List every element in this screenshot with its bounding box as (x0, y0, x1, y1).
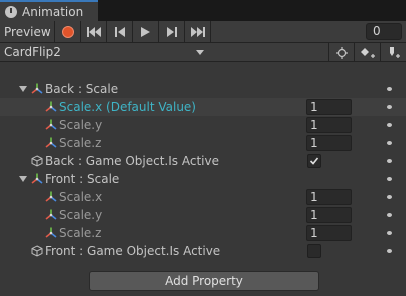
keyframe-options-icon[interactable] (387, 87, 392, 91)
property-row[interactable]: Scale.x 1 (0, 188, 406, 206)
step-back-icon (114, 26, 125, 37)
keyframe-options-icon[interactable] (387, 249, 392, 253)
animation-clock-icon (5, 5, 17, 18)
last-keyframe-button[interactable] (185, 21, 211, 42)
chevron-down-icon (196, 49, 204, 55)
frame-input[interactable]: 0 (366, 23, 402, 40)
property-label: Scale.y (59, 208, 103, 222)
add-event-button[interactable] (380, 43, 406, 62)
property-label: Scale.z (59, 136, 102, 150)
clip-dropdown[interactable]: CardFlip2 (0, 43, 210, 62)
property-name: Scale.x (Default Value) (45, 100, 196, 114)
add-keyframe-icon (360, 47, 375, 58)
property-label: Scale.y (59, 118, 103, 132)
keyframe-options-icon[interactable] (387, 123, 392, 127)
transform-icon (45, 137, 57, 149)
property-row[interactable]: Scale.y 1 (0, 116, 406, 134)
gameobject-icon (31, 155, 43, 167)
transform-icon (31, 83, 43, 95)
property-name: Scale.y (45, 118, 102, 132)
add-keyframe-button[interactable] (354, 43, 380, 62)
clip-row: CardFlip2 (0, 42, 406, 62)
keyframe-options-icon[interactable] (387, 141, 392, 145)
transform-icon (31, 173, 43, 185)
keyframe-options-icon[interactable] (387, 159, 392, 163)
record-icon (61, 25, 74, 38)
play-button[interactable] (133, 21, 159, 42)
property-name: Scale.x (45, 190, 102, 204)
property-value-field[interactable]: 1 (306, 135, 352, 151)
step-forward-icon (166, 26, 177, 37)
foldout-arrow-icon[interactable] (19, 86, 27, 92)
property-name: Front : Game Object.Is Active (31, 244, 220, 258)
transform-icon (45, 119, 57, 131)
add-event-icon (389, 46, 400, 58)
keyframe-options-icon[interactable] (387, 231, 392, 235)
property-name: Scale.z (45, 136, 101, 150)
property-label: Front : Scale (45, 172, 120, 186)
property-name: Scale.y (45, 208, 102, 222)
property-row[interactable]: Scale.y 1 (0, 206, 406, 224)
keyframe-options-icon[interactable] (387, 105, 392, 109)
is-active-toggle[interactable] (307, 244, 321, 258)
checkmark-icon (309, 157, 319, 165)
property-value-field[interactable]: 1 (306, 189, 352, 205)
property-value-field[interactable]: 1 (306, 99, 352, 115)
add-property-button[interactable]: Add Property (89, 271, 319, 291)
filter-by-selection-button[interactable] (328, 43, 354, 62)
crosshair-icon (335, 46, 348, 59)
property-row[interactable]: Front : Scale (0, 170, 406, 188)
property-value-field[interactable]: 1 (306, 117, 352, 133)
property-label: Scale.x (59, 190, 103, 204)
property-label: Scale.z (59, 226, 102, 240)
first-keyframe-button[interactable] (81, 21, 107, 42)
transform-icon (45, 101, 57, 113)
property-row[interactable]: Scale.x (Default Value) 1 (0, 98, 406, 116)
property-row[interactable]: Back : Game Object.Is Active (0, 152, 406, 170)
record-button[interactable] (55, 21, 81, 42)
transform-icon (45, 209, 57, 221)
keyframe-options-icon[interactable] (387, 195, 392, 199)
property-row[interactable]: Front : Game Object.Is Active (0, 242, 406, 260)
property-value-field[interactable]: 1 (306, 225, 352, 241)
skip-to-end-icon (190, 26, 205, 37)
property-label: Back : Game Object.Is Active (45, 154, 219, 168)
play-icon (141, 26, 150, 37)
skip-to-start-icon (86, 26, 101, 37)
property-label: Back : Scale (45, 82, 119, 96)
foldout-arrow-icon[interactable] (19, 176, 27, 182)
preview-button[interactable]: Preview (0, 21, 55, 42)
tab-animation[interactable]: Animation (0, 0, 98, 21)
property-label: Front : Game Object.Is Active (45, 244, 221, 258)
transform-icon (45, 191, 57, 203)
clip-dropdown-value: CardFlip2 (4, 45, 61, 59)
property-name: Scale.z (45, 226, 101, 240)
property-name: Back : Scale (31, 82, 118, 96)
property-row[interactable]: Scale.z 1 (0, 134, 406, 152)
property-label: Scale.x (Default Value) (59, 100, 196, 114)
next-keyframe-button[interactable] (159, 21, 185, 42)
property-row[interactable]: Back : Scale (0, 80, 406, 98)
gameobject-icon (31, 245, 43, 257)
property-value-field[interactable]: 1 (306, 207, 352, 223)
previous-keyframe-button[interactable] (107, 21, 133, 42)
property-name: Front : Scale (31, 172, 119, 186)
property-name: Back : Game Object.Is Active (31, 154, 219, 168)
preview-label: Preview (4, 24, 51, 39)
transform-icon (45, 227, 57, 239)
is-active-toggle[interactable] (307, 154, 321, 168)
property-row[interactable]: Scale.z 1 (0, 224, 406, 242)
animation-toolbar: Preview 0 (0, 21, 406, 42)
tab-title: Animation (22, 4, 84, 19)
keyframe-options-icon[interactable] (387, 213, 392, 217)
keyframe-options-icon[interactable] (387, 177, 392, 181)
tab-strip: Animation (0, 0, 406, 21)
